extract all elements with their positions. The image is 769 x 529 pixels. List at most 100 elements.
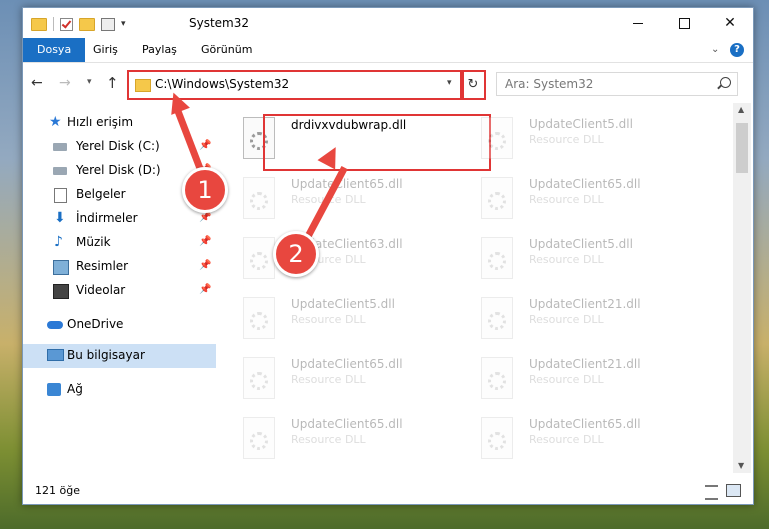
file-name: UpdateClient5.dll [529, 237, 633, 251]
pin-icon[interactable]: 📌 [199, 260, 211, 271]
file-name: UpdateClient5.dll [529, 117, 633, 131]
file-item[interactable]: UpdateClient65.dll Resource DLL [243, 355, 463, 411]
file-name: UpdateClient65.dll [291, 357, 403, 371]
gear-icon [250, 312, 268, 330]
scrollbar-thumb[interactable] [736, 123, 748, 173]
tab-view[interactable]: Görünüm [190, 38, 263, 62]
sidebar-item-label: Yerel Disk (C:) [76, 139, 160, 153]
file-type: Resource DLL [529, 133, 604, 146]
new-folder-icon[interactable] [79, 17, 95, 31]
file-item[interactable]: UpdateClient65.dll Resource DLL [481, 175, 701, 231]
gear-icon [250, 192, 268, 210]
pin-icon[interactable]: 📌 [199, 212, 211, 223]
scroll-down-icon[interactable]: ▼ [738, 461, 744, 470]
minimize-button[interactable] [615, 8, 661, 38]
scroll-up-icon[interactable]: ▲ [738, 105, 744, 114]
properties-icon[interactable] [101, 17, 115, 31]
file-type: Resource DLL [529, 313, 604, 326]
file-name: UpdateClient5.dll [291, 297, 395, 311]
videos-icon [53, 284, 69, 299]
computer-icon [47, 349, 64, 361]
gear-icon [488, 132, 506, 150]
sidebar-item-downloads[interactable]: ⬇ İndirmeler 📌 [23, 207, 216, 231]
sidebar-item-onedrive[interactable]: OneDrive [23, 313, 216, 337]
sidebar-item-label: Belgeler [76, 187, 126, 201]
file-item[interactable]: UpdateClient65.dll Resource DLL [243, 175, 463, 231]
sidebar-item-label: Bu bilgisayar [67, 348, 145, 362]
documents-icon [54, 188, 67, 203]
sidebar-item-label: İndirmeler [76, 211, 138, 225]
address-dropdown-chevron-icon[interactable]: ▾ [447, 78, 452, 88]
file-type: Resource DLL [291, 433, 366, 446]
file-item[interactable]: UpdateClient65.dll Resource DLL [243, 415, 463, 471]
sidebar-item-videos[interactable]: Videolar 📌 [23, 279, 216, 303]
gear-icon [250, 432, 268, 450]
properties-check-icon[interactable] [60, 17, 73, 31]
vertical-scrollbar[interactable]: ▲ ▼ [733, 103, 751, 473]
expand-ribbon-chevron-icon[interactable]: ⌄ [711, 44, 719, 55]
gear-icon [488, 372, 506, 390]
file-type: Resource DLL [291, 313, 366, 326]
item-count: 121 öğe [35, 484, 80, 497]
tab-share[interactable]: Paylaş [131, 38, 188, 62]
pictures-icon [53, 260, 69, 275]
maximize-button[interactable] [661, 8, 707, 38]
large-icons-view-icon[interactable] [726, 484, 741, 497]
sidebar-item-this-pc[interactable]: Bu bilgisayar [23, 344, 216, 368]
sidebar-item-music[interactable]: ♪ Müzik 📌 [23, 231, 216, 255]
file-item[interactable]: UpdateClient21.dll Resource DLL [481, 355, 701, 411]
dll-file-icon [243, 297, 275, 339]
address-path[interactable]: C:\Windows\System32 [155, 77, 289, 91]
file-type: Resource DLL [291, 373, 366, 386]
customize-toolbar-chevron-icon[interactable]: ▾ [121, 19, 126, 29]
file-item[interactable]: UpdateClient21.dll Resource DLL [481, 295, 701, 351]
dll-file-icon [243, 417, 275, 459]
sidebar-item-label: Ağ [67, 382, 83, 396]
sidebar-item-pictures[interactable]: Resimler 📌 [23, 255, 216, 279]
close-button[interactable]: ✕ [707, 8, 753, 38]
pin-icon[interactable]: 📌 [199, 140, 211, 151]
file-item[interactable]: UpdateClient5.dll Resource DLL [481, 235, 701, 291]
disk-icon [53, 167, 67, 175]
explorer-window: ▾ System32 ✕ Dosya Giriş Paylaş Görünüm … [22, 7, 754, 505]
help-icon[interactable]: ? [730, 43, 744, 57]
file-list: drdivxvdubwrap.dll UpdateClient65.dll Re… [241, 103, 733, 468]
search-placeholder: Ara: System32 [505, 77, 594, 91]
refresh-icon: ↻ [467, 77, 479, 92]
dll-file-icon [243, 357, 275, 399]
recent-locations-chevron-icon[interactable]: ▾ [87, 77, 92, 87]
disk-icon [53, 143, 67, 151]
cloud-icon [47, 321, 63, 329]
sidebar-item-label: OneDrive [67, 317, 124, 331]
pin-icon[interactable]: 📌 [199, 284, 211, 295]
dll-file-icon [481, 417, 513, 459]
back-arrow-icon[interactable]: ← [31, 75, 43, 91]
search-input[interactable]: Ara: System32 [496, 72, 738, 96]
file-name: UpdateClient65.dll [291, 177, 403, 191]
search-icon [720, 77, 731, 88]
details-view-icon[interactable] [705, 485, 718, 500]
refresh-button[interactable]: ↻ [460, 70, 486, 100]
tab-home[interactable]: Giriş [82, 38, 129, 62]
dll-file-icon [481, 177, 513, 219]
folder-icon[interactable] [31, 17, 47, 31]
sidebar-item-network[interactable]: Ağ [23, 378, 216, 402]
tab-file[interactable]: Dosya [23, 38, 86, 62]
gear-icon [250, 372, 268, 390]
file-type: Resource DLL [529, 193, 604, 206]
up-arrow-icon[interactable]: ↑ [106, 74, 119, 92]
pin-icon[interactable]: 📌 [199, 236, 211, 247]
dll-file-icon [243, 237, 275, 279]
forward-arrow-icon[interactable]: → [59, 75, 71, 91]
status-bar: 121 öğe [23, 476, 753, 504]
gear-icon [250, 252, 268, 270]
file-item[interactable]: UpdateClient5.dll Resource DLL [481, 115, 701, 171]
ribbon-tabs: Dosya Giriş Paylaş Görünüm ⌄ ? [23, 38, 753, 63]
dll-file-icon [481, 297, 513, 339]
file-item[interactable]: UpdateClient65.dll Resource DLL [481, 415, 701, 471]
downloads-icon: ⬇ [54, 210, 66, 226]
folder-icon [135, 79, 151, 92]
file-name: UpdateClient65.dll [529, 417, 641, 431]
file-item[interactable]: UpdateClient5.dll Resource DLL [243, 295, 463, 351]
file-type: Resource DLL [529, 433, 604, 446]
